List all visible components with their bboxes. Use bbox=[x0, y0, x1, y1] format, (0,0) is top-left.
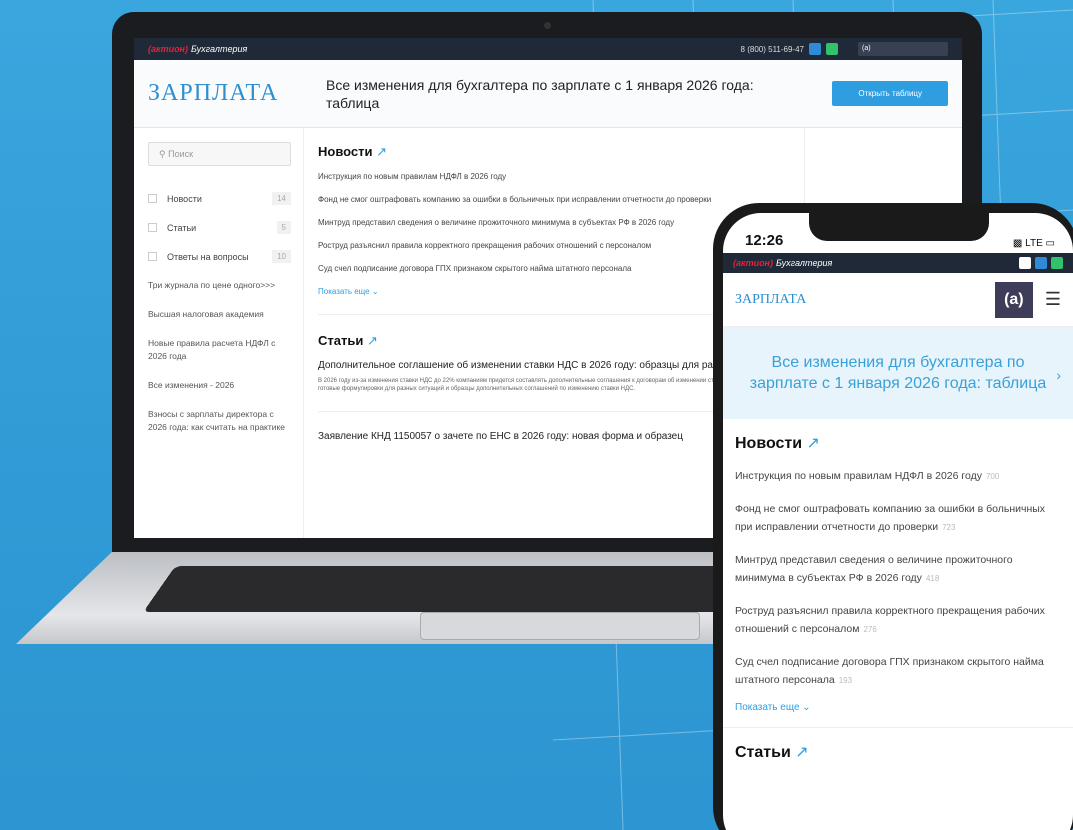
sidebar-link[interactable]: Три журнала по цене одного>>> bbox=[148, 279, 291, 292]
hero-title[interactable]: Все изменения для бухгалтера по зарплате… bbox=[326, 76, 776, 112]
count-badge: 14 bbox=[272, 192, 291, 205]
brand-logo[interactable]: (актион) bbox=[733, 258, 773, 268]
signal-indicator: ▩ LTE ▭ bbox=[1012, 238, 1055, 249]
sidebar-link[interactable]: Взносы с зарплаты директора с 2026 года:… bbox=[148, 408, 291, 434]
arrow-up-right-icon: ↗ bbox=[806, 435, 820, 452]
top-search-input[interactable]: (a) bbox=[858, 42, 948, 56]
product-name: Бухгалтерия bbox=[191, 44, 248, 54]
sidebar-link[interactable]: Все изменения - 2026 bbox=[148, 379, 291, 392]
articles-section-heading[interactable]: Статьи ↗ bbox=[735, 742, 1061, 762]
notch bbox=[809, 213, 989, 241]
top-bar: (актион) Бухгалтерия bbox=[723, 253, 1073, 273]
view-count: 723 bbox=[942, 523, 956, 532]
product-name: Бухгалтерия bbox=[776, 258, 833, 268]
laptop-keyboard bbox=[143, 566, 777, 613]
camera bbox=[544, 22, 551, 29]
telegram-icon[interactable] bbox=[1035, 257, 1047, 269]
view-count: 193 bbox=[838, 676, 853, 685]
hero-banner: ЗАРПЛАТА Все изменения для бухгалтера по… bbox=[134, 60, 962, 128]
hero-banner[interactable]: Все изменения для бухгалтера по зарплате… bbox=[723, 327, 1073, 419]
sidebar-link[interactable]: Новые правила расчета НДФЛ с 2026 года bbox=[148, 337, 291, 363]
show-more-link[interactable]: Показать еще ⌄ bbox=[735, 702, 1061, 713]
header: ЗАРПЛАТА (a) ☰ bbox=[723, 273, 1073, 327]
count-badge: 5 bbox=[276, 221, 291, 234]
chat-icon bbox=[148, 252, 157, 261]
open-table-button[interactable]: Открыть таблицу bbox=[832, 81, 948, 106]
count-badge: 10 bbox=[272, 250, 291, 263]
brand-logo[interactable]: (актион) bbox=[148, 44, 188, 54]
news-section-heading[interactable]: Новости ↗ bbox=[318, 144, 790, 160]
news-link[interactable]: Инструкция по новым правилам НДФЛ в 2026… bbox=[318, 171, 790, 183]
sidebar-item-articles[interactable]: Статьи 5 bbox=[148, 221, 291, 234]
news-icon bbox=[148, 194, 157, 203]
app-logo[interactable]: (a) bbox=[994, 281, 1033, 318]
hero-title: Все изменения для бухгалтера по зарплате… bbox=[749, 354, 1047, 392]
sidebar: ⚲ Поиск Новости 14 Статьи 5 Ответы на во… bbox=[134, 128, 304, 538]
articles-icon bbox=[148, 223, 157, 232]
news-link[interactable]: Инструкция по новым правилам НДФЛ в 2026… bbox=[735, 467, 1061, 486]
main-content: Новости ↗ Инструкция по новым правилам Н… bbox=[723, 419, 1073, 776]
phone-number[interactable]: 8 (800) 511-69-47 bbox=[741, 45, 804, 54]
news-link[interactable]: Фонд не смог оштрафовать компанию за оши… bbox=[318, 194, 790, 206]
whatsapp-icon[interactable] bbox=[1051, 257, 1063, 269]
phone-icon[interactable] bbox=[1019, 257, 1031, 269]
laptop-trackpad bbox=[420, 612, 700, 640]
arrow-up-right-icon: ↗ bbox=[376, 144, 388, 159]
news-link[interactable]: Минтруд представил сведения о величине п… bbox=[735, 551, 1061, 588]
telegram-icon[interactable] bbox=[809, 43, 821, 55]
view-count: 418 bbox=[925, 574, 940, 583]
top-bar: (актион) Бухгалтерия 8 (800) 511-69-47 (… bbox=[134, 38, 962, 60]
clock: 12:26 bbox=[745, 232, 784, 249]
view-count: 276 bbox=[863, 625, 877, 634]
arrow-up-right-icon: ↗ bbox=[366, 333, 378, 348]
magazine-title[interactable]: ЗАРПЛАТА bbox=[148, 80, 316, 107]
sidebar-item-news[interactable]: Новости 14 bbox=[148, 192, 291, 205]
phone-screen: 12:26 ▩ LTE ▭ (актион) Бухгалтерия ЗАРПЛ… bbox=[723, 213, 1073, 830]
divider bbox=[723, 727, 1073, 728]
arrow-up-right-icon: ↗ bbox=[795, 744, 809, 761]
sidebar-item-answers[interactable]: Ответы на вопросы 10 bbox=[148, 250, 291, 263]
sidebar-item-label: Новости bbox=[167, 193, 202, 204]
search-input[interactable]: ⚲ Поиск bbox=[148, 142, 291, 166]
magazine-title[interactable]: ЗАРПЛАТА bbox=[735, 292, 806, 308]
news-section-heading[interactable]: Новости ↗ bbox=[735, 433, 1061, 453]
sidebar-item-label: Статьи bbox=[167, 222, 197, 233]
phone: 12:26 ▩ LTE ▭ (актион) Бухгалтерия ЗАРПЛ… bbox=[713, 203, 1073, 830]
whatsapp-icon[interactable] bbox=[826, 43, 838, 55]
search-placeholder: Поиск bbox=[168, 149, 194, 159]
sidebar-link[interactable]: Высшая налоговая академия bbox=[148, 308, 291, 321]
sidebar-item-label: Ответы на вопросы bbox=[167, 251, 249, 262]
news-link[interactable]: Фонд не смог оштрафовать компанию за оши… bbox=[735, 500, 1061, 537]
chevron-right-icon: › bbox=[1056, 367, 1061, 383]
menu-icon[interactable]: ☰ bbox=[1045, 289, 1061, 310]
news-link[interactable]: Суд счел подписание договора ГПХ признак… bbox=[735, 653, 1061, 690]
news-link[interactable]: Роструд разъяснил правила корректного пр… bbox=[735, 602, 1061, 639]
view-count: 700 bbox=[985, 472, 1000, 481]
